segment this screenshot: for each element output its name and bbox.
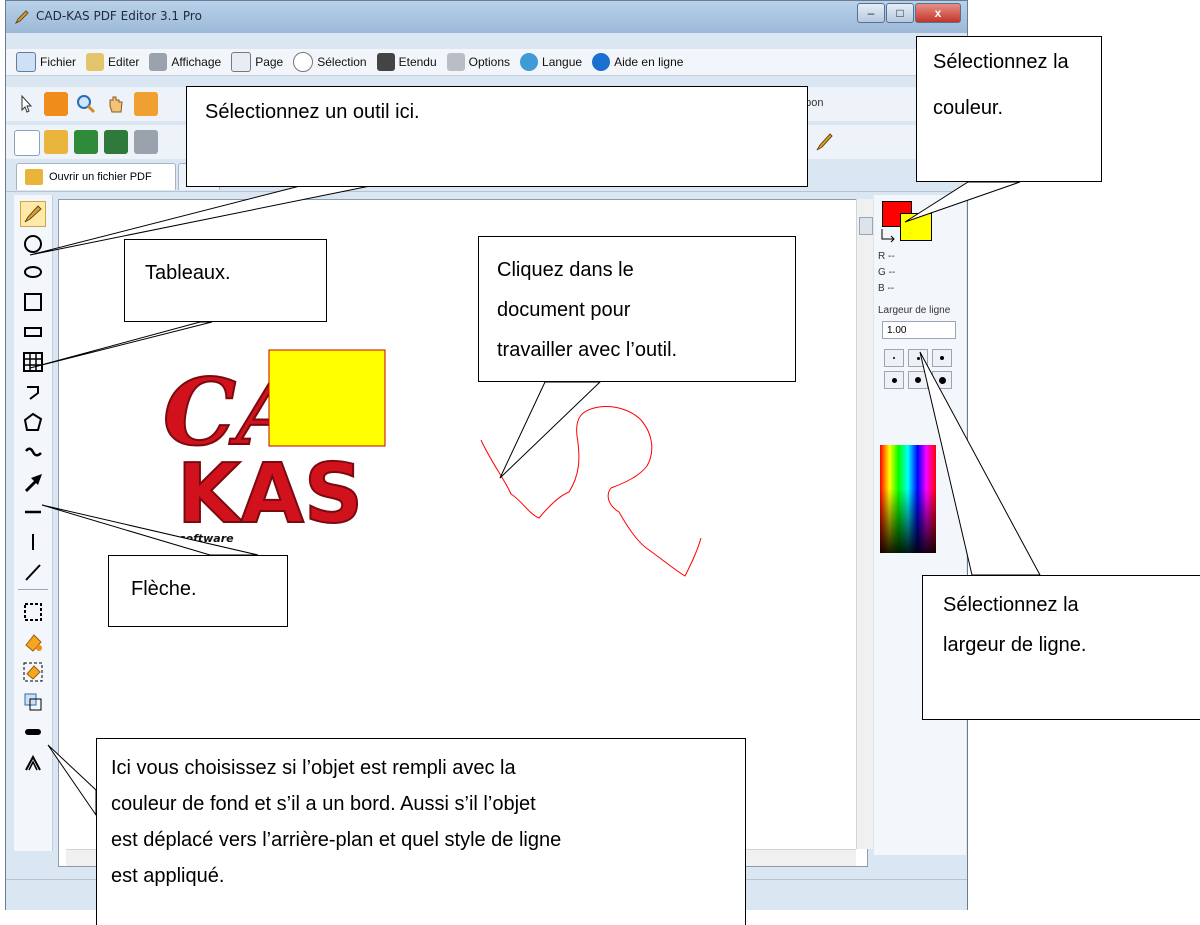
callout-text: Sélectionnez un outil ici. (205, 101, 420, 123)
callout-text: document pour (497, 299, 631, 321)
callout-text: couleur. (933, 97, 1004, 119)
pointer-click-callout (499, 381, 602, 479)
callout-text: Flèche. (131, 578, 197, 600)
callout-line-width: Sélectionnez la largeur de ligne. (922, 575, 1200, 720)
callout-text: largeur de ligne. (943, 634, 1087, 656)
callout-arrow: Flèche. (108, 555, 288, 627)
callout-text: Sélectionnez la (933, 51, 1069, 73)
callout-text: couleur de fond et s’il a un bord. Aussi… (111, 793, 536, 815)
callout-text: Sélectionnez la (943, 594, 1079, 616)
pointer-width-callout (919, 351, 1041, 576)
callout-text: Ici vous choisissez si l’objet est rempl… (111, 757, 516, 779)
pointer-color-callout (904, 181, 1021, 223)
callout-click-document: Cliquez dans le document pour travailler… (478, 236, 796, 382)
callout-select-color: Sélectionnez la couleur. (916, 36, 1102, 182)
callout-text: Tableaux. (145, 262, 231, 284)
pointer-fill-callout (47, 744, 97, 817)
callout-text: est déplacé vers l’arrière-plan et quel … (111, 829, 562, 851)
callout-text: est appliqué. (111, 865, 225, 887)
callout-text: Cliquez dans le (497, 259, 634, 281)
callout-tables: Tableaux. (124, 239, 327, 322)
callout-text: travailler avec l’outil. (497, 339, 678, 361)
pointer-tables-callout (29, 321, 213, 369)
callout-fill-options: Ici vous choisissez si l’objet est rempl… (96, 738, 746, 925)
pointer-arrow-callout (41, 504, 259, 556)
callout-select-tool: Sélectionnez un outil ici. (186, 86, 808, 187)
